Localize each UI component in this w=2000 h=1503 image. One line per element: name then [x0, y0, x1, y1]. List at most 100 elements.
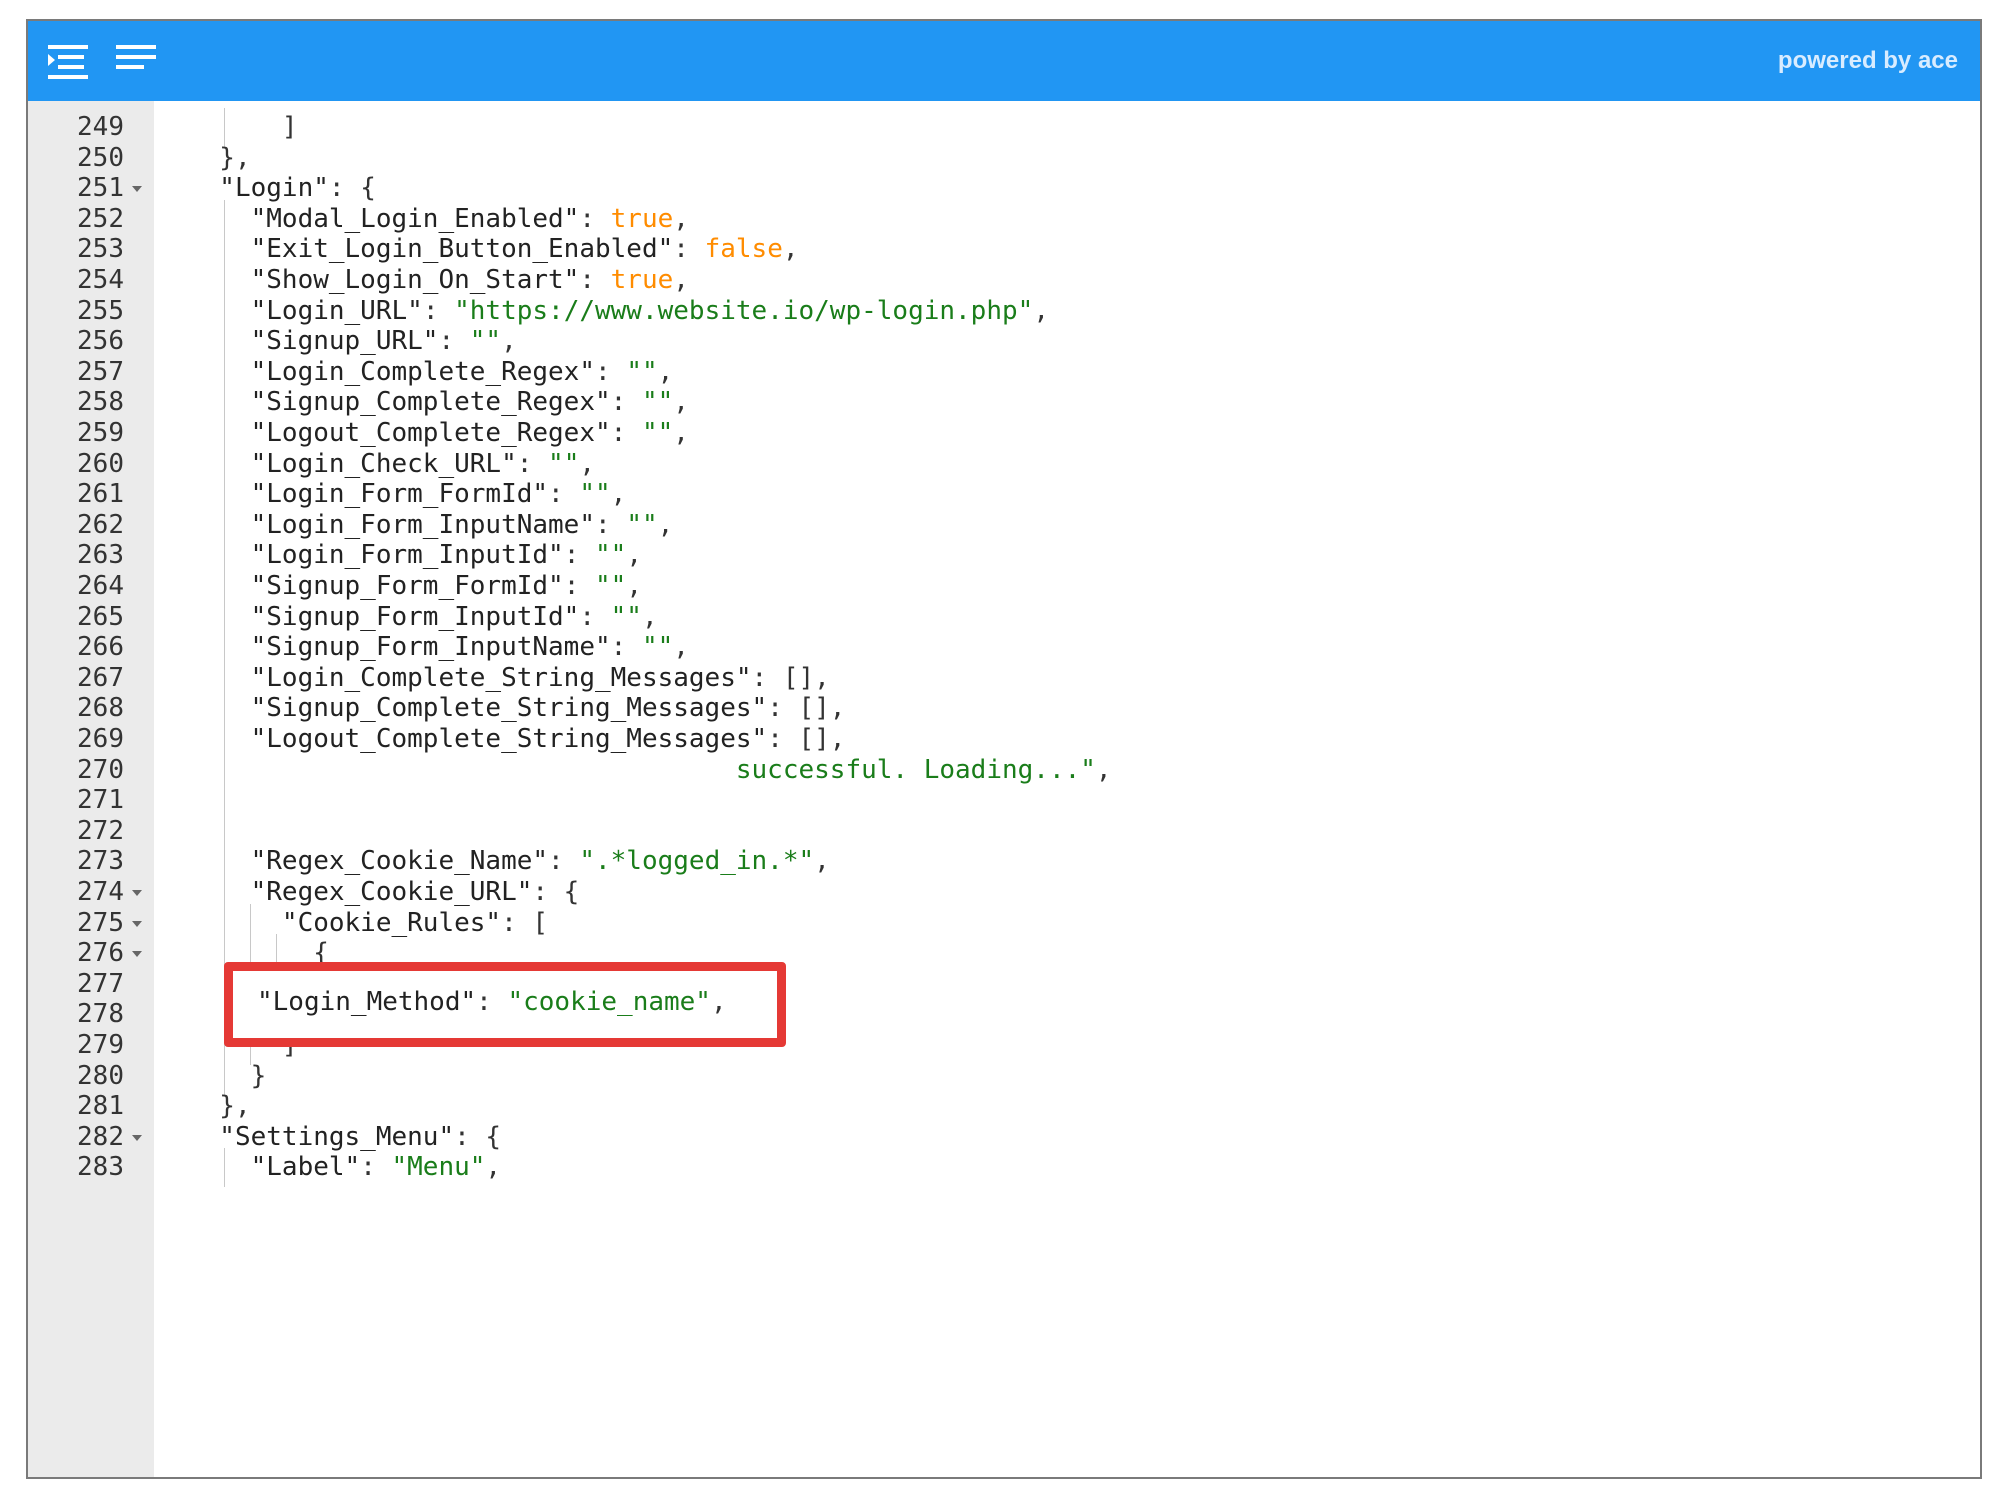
code-token: "Login_URL" — [188, 295, 423, 326]
code-token: , — [610, 479, 627, 510]
code-token: : — [610, 387, 642, 418]
code-token: "Show_Login_On_Start" — [188, 265, 580, 295]
code-token: : — [516, 448, 549, 479]
code-token: , — [814, 846, 830, 877]
code-token: , — [657, 509, 674, 540]
code-token: , — [626, 540, 642, 571]
fold-toggle-icon[interactable] — [132, 951, 142, 958]
code-token: : — [548, 479, 580, 510]
code-token: "Login_Complete_String_Messages" — [188, 662, 752, 693]
code-token: , — [673, 632, 689, 663]
code-token: "Signup_URL" — [188, 326, 439, 357]
code-token: "Signup_Form_InputName" — [188, 632, 611, 663]
code-token: "" — [595, 540, 627, 571]
highlight-box: "Login_Method": "cookie_name", — [224, 962, 786, 1047]
fold-toggle-icon[interactable] — [132, 920, 142, 927]
code-token: ".*logged_in.*" — [579, 846, 815, 877]
code-token: , — [579, 448, 596, 479]
code-token: : [ — [501, 907, 549, 938]
code-token: "Exit_Login_Button_Enabled" — [188, 234, 674, 265]
powered-by-label[interactable]: powered by ace — [1778, 47, 1958, 75]
code-token: "Cookie_Rules" — [188, 907, 502, 938]
code-token: false — [704, 234, 783, 265]
code-token: "" — [469, 326, 502, 357]
code-token: "" — [641, 418, 674, 448]
code-token: : { — [328, 173, 376, 204]
highlight-sep: : — [476, 987, 508, 1017]
code-token: , — [673, 203, 689, 234]
code-line[interactable]: 283 "Label": "Menu", — [28, 1148, 1980, 1188]
fold-toggle-icon[interactable] — [132, 186, 142, 193]
fold-toggle-icon[interactable] — [132, 1134, 142, 1141]
code-token: : — [422, 295, 455, 326]
code-token: , — [782, 234, 799, 265]
code-token: : — [595, 509, 627, 540]
code-token: : [], — [767, 724, 846, 754]
code-token: "Login_Complete_Regex" — [188, 356, 595, 387]
editor-toolbar: powered by ace — [28, 21, 1980, 101]
code-token: "Login_Form_InputId" — [188, 540, 564, 571]
code-token: "" — [641, 632, 674, 663]
code-token: "Regex_Cookie_Name" — [188, 846, 549, 877]
code-text: "Label": "Menu", — [188, 1148, 501, 1187]
code-token: : — [595, 356, 627, 387]
code-token: ] — [188, 112, 298, 142]
highlighted-line: "Login_Method": "cookie_name", — [257, 983, 727, 1022]
code-token: "Logout_Complete_String_Messages" — [188, 724, 768, 754]
code-token: "Login_Form_FormId" — [188, 479, 549, 510]
code-token: , — [673, 387, 689, 418]
code-token: : — [579, 203, 611, 234]
code-token: : { — [454, 1121, 502, 1152]
code-editor-frame: powered by ace 249 ] 250 }, 251 "Login": {… — [26, 19, 1982, 1479]
code-token: "Modal_Login_Enabled" — [188, 203, 580, 234]
code-token: "Login_Form_InputName" — [188, 509, 595, 540]
code-token: : — [673, 234, 705, 265]
code-token: } — [188, 1060, 267, 1091]
code-token: "" — [610, 601, 642, 632]
code-area[interactable]: 249 ] 250 }, 251 "Login": {252 "Modal_Logi… — [28, 101, 1980, 1477]
code-token: true — [610, 203, 674, 234]
code-token: : — [610, 632, 642, 663]
code-token: "Signup_Form_InputId" — [188, 601, 580, 632]
code-token: successful. Loading..." — [735, 754, 1096, 785]
code-token: "" — [548, 448, 580, 479]
code-token: : { — [532, 877, 580, 907]
code-token: , — [641, 601, 658, 632]
code-token: "Login" — [188, 173, 329, 204]
code-token: "" — [626, 509, 658, 540]
format-text-icon[interactable] — [114, 39, 158, 83]
code-token: "" — [579, 479, 611, 510]
code-token: , — [657, 356, 674, 387]
line-number: 283 — [77, 1152, 124, 1183]
fold-toggle-icon[interactable] — [132, 890, 142, 896]
code-token: "Login_Check_URL" — [188, 448, 517, 479]
code-token: "Label" — [188, 1152, 361, 1183]
code-token: , — [1033, 295, 1049, 326]
code-token: true — [610, 265, 674, 295]
code-token: , — [673, 265, 689, 295]
code-token: "https://www.website.io/wp-login.php" — [454, 295, 1034, 326]
code-token: : [], — [767, 693, 846, 724]
code-token: "" — [641, 387, 674, 418]
code-token: : — [563, 540, 595, 571]
code-token: : — [360, 1152, 392, 1183]
code-token: "Logout_Complete_Regex" — [188, 418, 611, 448]
fold-all-icon[interactable] — [46, 39, 90, 83]
code-token: "" — [595, 571, 627, 601]
code-token: , — [626, 571, 642, 601]
code-token: : — [563, 571, 595, 601]
code-token: , — [1095, 754, 1112, 785]
code-token: }, — [188, 1091, 251, 1122]
code-token: : — [610, 418, 642, 448]
code-token: "Regex_Cookie_URL" — [188, 877, 533, 907]
code-token: "" — [626, 356, 658, 387]
code-token: : [], — [751, 662, 830, 693]
code-token: , — [485, 1152, 502, 1183]
code-token: }, — [188, 142, 251, 173]
code-token: , — [673, 418, 689, 448]
code-token: "Settings_Menu" — [188, 1121, 455, 1152]
highlight-trail: , — [710, 987, 727, 1017]
code-token: , — [501, 326, 517, 357]
highlight-key: "Login_Method" — [257, 987, 477, 1017]
